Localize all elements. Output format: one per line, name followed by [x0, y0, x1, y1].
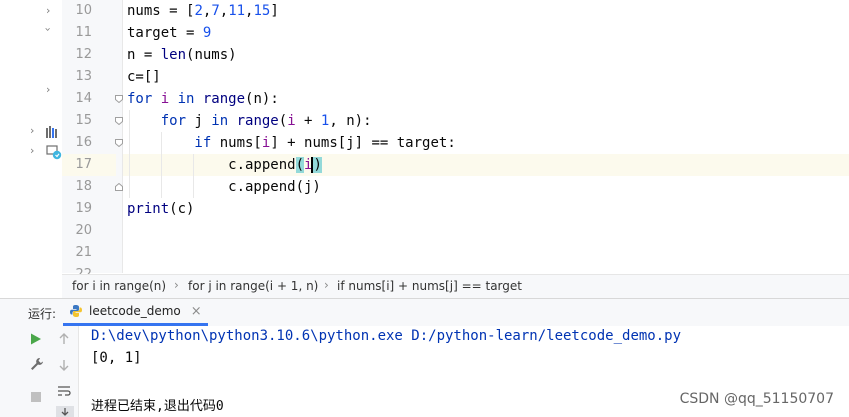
chevron-right-icon: › — [324, 278, 329, 292]
console-exit-message: 进程已结束,退出代码0 — [91, 399, 224, 414]
soft-wrap-icon[interactable] — [57, 384, 71, 398]
code-line[interactable]: c.append(i) — [127, 154, 322, 176]
line-number: 12 — [75, 47, 92, 62]
up-icon[interactable] — [58, 333, 70, 345]
wrench-icon[interactable] — [30, 357, 44, 371]
chevron-right-icon[interactable]: › — [46, 83, 50, 96]
code-token: , n): — [329, 113, 372, 129]
line-number: 16 — [75, 135, 92, 150]
code-token: 15 — [253, 3, 271, 19]
code-token: for — [127, 113, 195, 129]
code-token: print — [127, 201, 170, 217]
code-line[interactable]: nums = [2,7,11,15] — [127, 0, 279, 22]
fold-icon[interactable] — [115, 95, 123, 103]
code-token: n = — [127, 47, 161, 63]
scroll-to-end-icon[interactable] — [56, 406, 74, 417]
code-line[interactable]: target = 9 — [127, 22, 211, 44]
chevron-right-icon[interactable]: › — [46, 4, 50, 17]
code-token: nums[ — [219, 135, 262, 151]
code-token: 11 — [228, 3, 246, 19]
line-number: 21 — [75, 245, 92, 260]
code-token: ( — [295, 157, 305, 173]
code-token: 7 — [211, 3, 220, 19]
line-number: 11 — [75, 25, 92, 40]
code-token: , — [219, 3, 229, 19]
close-icon[interactable]: × — [191, 304, 202, 319]
run-label: 运行: — [28, 307, 57, 321]
code-token: + — [295, 113, 321, 129]
line-number: 13 — [75, 69, 92, 84]
code-token: (n): — [245, 91, 279, 107]
code-editor[interactable]: nums = [2,7,11,15] target = 9n = len(nums… — [123, 0, 849, 273]
line-number: 14 — [75, 91, 92, 106]
scratches-icon[interactable] — [46, 144, 62, 160]
code-line[interactable]: for i in range(n): — [127, 88, 279, 110]
code-token: j — [194, 113, 212, 129]
code-token: len — [160, 47, 187, 63]
code-token: 9 — [202, 25, 212, 41]
code-token: ] + nums[j] == target: — [270, 135, 456, 151]
run-tab-label: leetcode_demo — [89, 304, 181, 318]
project-tool-strip: › › › › › — [0, 0, 63, 273]
code-token: c.append(j) — [127, 179, 321, 195]
code-token: range — [202, 91, 246, 107]
code-token: in — [211, 113, 237, 129]
library-icon[interactable] — [46, 126, 60, 138]
code-line[interactable]: for j in range(i + 1, n): — [127, 110, 372, 132]
code-token: range — [236, 113, 279, 129]
run-icon[interactable] — [30, 333, 42, 345]
breadcrumb-item[interactable]: for j in range(i + 1, n) — [188, 279, 318, 293]
chevron-right-icon[interactable]: › — [30, 124, 34, 137]
code-token: in — [169, 91, 203, 107]
code-line[interactable]: c.append(j) — [127, 176, 321, 198]
code-line[interactable]: if nums[i] + nums[j] == target: — [127, 132, 456, 154]
chevron-right-icon[interactable]: › — [30, 144, 34, 157]
line-number: 20 — [75, 223, 92, 238]
code-token: 2 — [194, 3, 203, 19]
line-number: 19 — [75, 201, 92, 216]
fold-icon[interactable] — [115, 139, 123, 147]
run-toolbar — [24, 326, 79, 417]
code-token: i — [287, 113, 296, 129]
breadcrumb-item[interactable]: if nums[i] + nums[j] == target — [337, 279, 522, 293]
line-number: 17 — [75, 157, 92, 172]
breadcrumb-item[interactable]: for i in range(n) — [72, 279, 166, 293]
code-token: nums = [ — [127, 3, 195, 19]
chevron-right-icon: › — [174, 278, 179, 292]
line-number: 10 — [75, 3, 92, 18]
down-icon[interactable] — [58, 359, 70, 371]
code-token: ) — [313, 157, 322, 173]
console-output: [0, 1] — [91, 350, 142, 366]
fold-icon[interactable] — [115, 117, 123, 125]
console-command: D:\dev\python\python3.10.6\python.exe D:… — [91, 328, 682, 344]
code-line[interactable]: c=[] — [127, 66, 161, 88]
code-token: (c) — [169, 201, 195, 217]
code-line[interactable]: n = len(nums) — [127, 44, 237, 66]
code-token: if — [127, 135, 220, 151]
code-line[interactable]: print(c) — [127, 198, 194, 220]
line-number: 18 — [75, 179, 92, 194]
code-token: c=[] — [127, 69, 161, 85]
code-token: i — [160, 91, 170, 107]
watermark: CSDN @qq_51150707 — [679, 391, 834, 407]
code-token: ] — [270, 3, 279, 19]
code-token: (nums) — [186, 47, 237, 63]
run-tab[interactable]: leetcode_demo × — [63, 299, 208, 326]
fold-end-icon[interactable] — [115, 183, 123, 191]
stop-icon[interactable] — [30, 391, 42, 403]
editor-gutter: 10 11 12 13 14 15 16 17 18 19 20 21 22 — [62, 0, 147, 282]
line-number: 15 — [75, 113, 92, 128]
run-panel-header: 运行: leetcode_demo × — [0, 298, 849, 327]
code-token: target = — [127, 25, 203, 41]
chevron-down-icon[interactable]: › — [42, 27, 55, 31]
code-token: ( — [278, 113, 288, 129]
run-tool-bar — [0, 326, 24, 417]
code-token: c.append — [127, 157, 296, 173]
code-token: for — [127, 91, 161, 107]
python-icon — [70, 305, 82, 317]
breadcrumb: for i in range(n) › for j in range(i + 1… — [62, 274, 849, 299]
